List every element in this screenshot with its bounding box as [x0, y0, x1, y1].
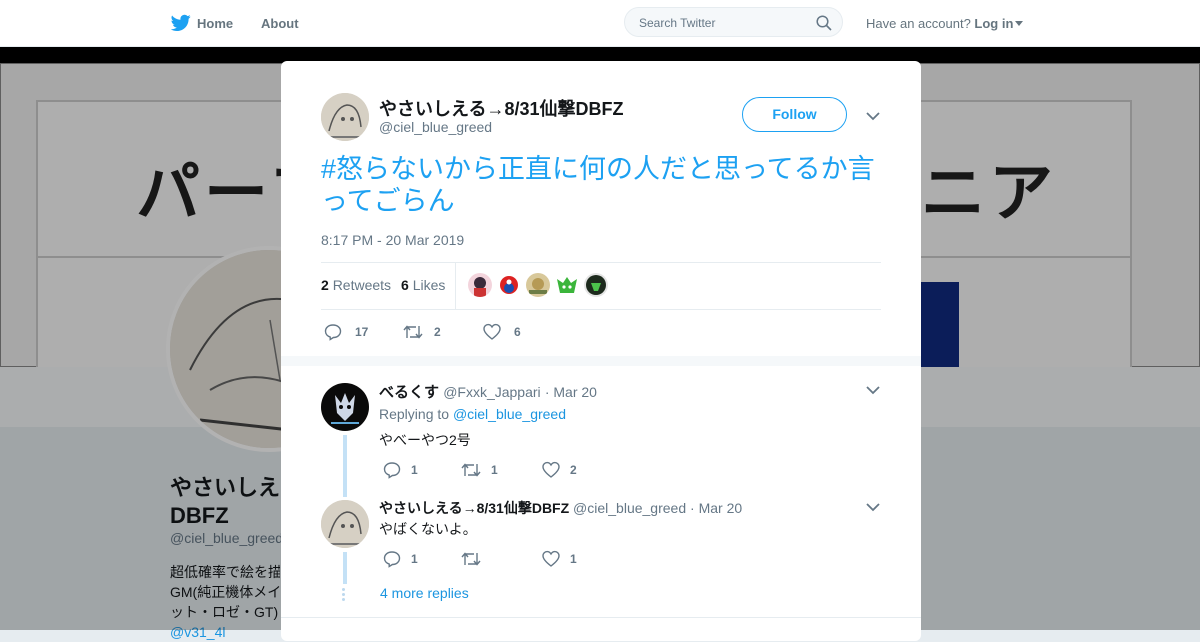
heart-icon[interactable] — [483, 323, 501, 341]
heart-icon[interactable] — [542, 461, 560, 479]
thread-line — [343, 435, 347, 497]
liker-avatar[interactable] — [468, 273, 492, 297]
reply-date[interactable]: · Mar 20 — [545, 384, 597, 400]
likes-label: Likes — [412, 277, 446, 293]
replies-separator — [281, 356, 921, 366]
reply-date[interactable]: · Mar 20 — [690, 500, 742, 516]
like-count: 1 — [570, 552, 577, 566]
tweet-author-handle[interactable]: @ciel_blue_greed — [379, 119, 492, 135]
search-box[interactable] — [624, 7, 843, 37]
nav-home-link[interactable]: Home — [197, 16, 233, 31]
login-area: Have an account? Log in — [866, 16, 1024, 31]
reply-icon[interactable] — [383, 550, 401, 568]
reply-author-name[interactable]: べるくす — [379, 384, 439, 401]
avatar-image-icon — [468, 273, 492, 297]
divider — [321, 262, 881, 263]
like-count: 2 — [570, 463, 577, 477]
avatar-sketch-icon — [321, 500, 369, 548]
liker-avatar[interactable] — [526, 273, 550, 297]
retweets-count: 2 — [321, 277, 329, 293]
reply-author-avatar[interactable] — [321, 500, 369, 548]
reply-icon[interactable] — [324, 323, 342, 341]
retweets-stat[interactable]: 2 Retweets — [321, 277, 391, 293]
caret-down-icon[interactable] — [1015, 21, 1024, 26]
tweet-author-name[interactable]: やさいしえる→8/31仙撃DBFZ — [379, 95, 623, 121]
have-account-text: Have an account? — [866, 16, 971, 31]
more-replies-link[interactable]: 4 more replies — [380, 585, 469, 601]
close-icon[interactable] — [1154, 12, 1178, 36]
divider — [281, 617, 921, 618]
login-link[interactable]: Log in — [974, 16, 1013, 31]
avatar-image-icon — [584, 273, 608, 297]
reply-count: 1 — [411, 463, 418, 477]
thread-line — [343, 552, 347, 584]
replying-to-label: Replying to — [379, 406, 450, 422]
retweet-count: 1 — [491, 463, 498, 477]
chevron-down-icon[interactable] — [866, 112, 880, 121]
chevron-down-icon[interactable] — [866, 386, 880, 395]
replying-to: Replying to @ciel_blue_greed — [379, 406, 566, 422]
tweet-timestamp[interactable]: 8:17 PM - 20 Mar 2019 — [321, 232, 464, 248]
retweet-icon[interactable] — [461, 461, 481, 479]
reply-author[interactable]: べるくす @Fxxk_Jappari · Mar 20 — [379, 381, 597, 402]
nav-about-link[interactable]: About — [261, 16, 299, 31]
retweet-count: 2 — [434, 325, 441, 339]
retweet-icon[interactable] — [461, 550, 481, 568]
tweet-stats: 2 Retweets 6 Likes — [321, 277, 445, 293]
reply-author-name[interactable]: やさいしえる→8/31仙撃DBFZ — [379, 500, 569, 516]
likes-count: 6 — [401, 277, 409, 293]
liker-avatar[interactable] — [584, 273, 608, 297]
retweet-icon[interactable] — [403, 323, 423, 341]
search-input[interactable] — [637, 15, 811, 31]
like-count: 6 — [514, 325, 521, 339]
reply-icon[interactable] — [383, 461, 401, 479]
top-nav: Home About Have an account? Log in — [0, 0, 1200, 47]
tweet-text[interactable]: #怒らないから正直に何の人だと思ってるか言ってごらん — [321, 153, 881, 217]
reply-author-handle[interactable]: @ciel_blue_greed — [573, 500, 686, 516]
reply-author[interactable]: やさいしえる→8/31仙撃DBFZ @ciel_blue_greed · Mar… — [379, 498, 742, 518]
avatar-image-icon — [497, 273, 521, 297]
reply-author-handle[interactable]: @Fxxk_Jappari — [443, 384, 540, 400]
tweet-author-avatar[interactable] — [321, 93, 369, 141]
avatar-image-icon — [526, 273, 550, 297]
search-icon[interactable] — [816, 15, 832, 31]
heart-icon[interactable] — [542, 550, 560, 568]
follow-button[interactable]: Follow — [742, 97, 847, 132]
reply-author-avatar[interactable] — [321, 383, 369, 431]
divider — [321, 309, 881, 310]
avatar-image-icon — [555, 273, 579, 297]
retweets-label: Retweets — [332, 277, 392, 293]
reply-count: 1 — [411, 552, 418, 566]
reply-count: 17 — [355, 325, 369, 339]
likes-stat[interactable]: 6 Likes — [401, 277, 445, 293]
stats-separator — [455, 263, 456, 309]
tweet-modal: やさいしえる→8/31仙撃DBFZ @ciel_blue_greed Follo… — [281, 61, 921, 641]
reply-text[interactable]: やばくないよ。 — [379, 519, 477, 539]
liker-avatar[interactable] — [497, 273, 521, 297]
reply-text[interactable]: やべーやつ2号 — [379, 430, 471, 450]
avatar-sketch-icon — [321, 93, 369, 141]
thread-dots — [342, 588, 345, 603]
chevron-down-icon[interactable] — [866, 503, 880, 512]
replying-to-link[interactable]: @ciel_blue_greed — [453, 406, 566, 422]
avatar-image-icon — [321, 383, 369, 431]
twitter-bird-icon[interactable] — [171, 14, 191, 32]
liker-avatar[interactable] — [555, 273, 579, 297]
